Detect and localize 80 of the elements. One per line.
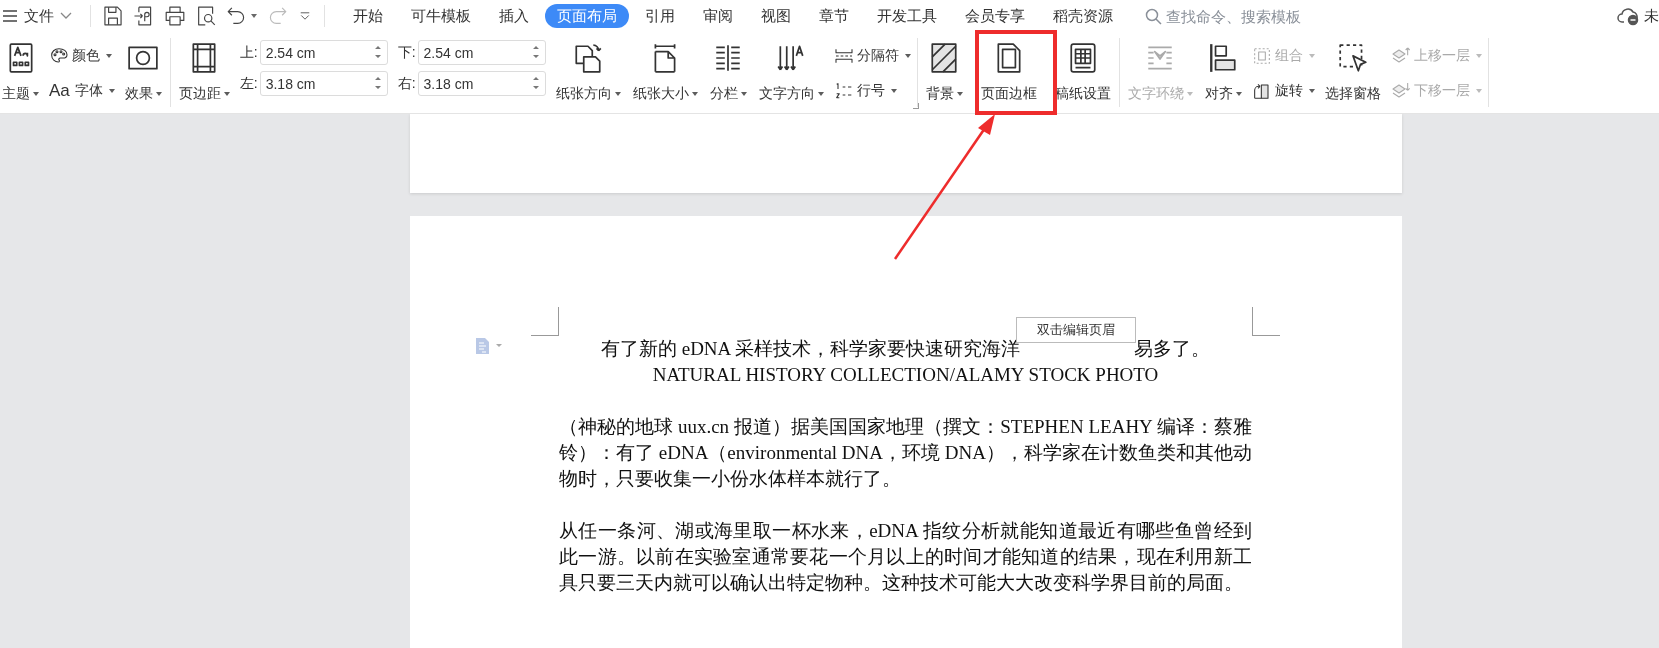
printer-icon [164,5,186,27]
ribbon-tab[interactable]: 引用 [631,4,689,28]
margin-field[interactable]: 2.54 cm [259,40,388,65]
caret-icon [817,92,824,97]
dashed-group-icon [1251,46,1272,66]
ribbon-button[interactable]: 选择窗格 [1322,38,1383,107]
chevron-down-icon [60,12,72,20]
line-numbers-icon [833,81,854,101]
rotate-shape-icon [1251,81,1272,101]
ribbon-button[interactable]: 文字方向 [756,38,826,107]
header-tooltip: 双击编辑页眉 [1016,317,1137,344]
ribbon-button[interactable]: Aa 字体 [49,79,115,103]
caret-icon [251,14,257,18]
body-paragraph: （神秘的地球 uux.cn 报道）据美国国家地理（撰文：STEPHEN LEAHY 编译：蔡雅铃）：有了 eDNA（environmental DNA，环境 DNA），科学家在计数鱼类和其他动物时，只要收集一小份水体样本就行了。 [559,415,1252,491]
caret-icon [890,89,897,93]
ribbon-button[interactable]: 主题 [0,38,41,107]
caret-icon [1308,89,1315,93]
corner-mark [1252,307,1280,336]
caret-icon [614,92,621,97]
font-glyph-icon: Aa [49,81,70,101]
caret-icon [1475,89,1482,93]
margin-field[interactable]: 2.54 cm [417,40,546,65]
ribbon-button[interactable]: 页面边框 [978,38,1039,107]
ribbon-tab[interactable]: 章节 [805,4,863,28]
ribbon-button[interactable]: 背景 [923,38,965,107]
file-menu-button[interactable]: 文件 [0,2,82,30]
cloud-icon [1617,6,1641,26]
caret-icon [956,92,963,97]
page-break-icon [833,46,854,66]
caret-icon [1235,92,1242,97]
caret-icon [691,92,698,97]
ribbon-button[interactable]: 分隔符 [833,44,911,68]
spinner-icon[interactable] [373,44,382,60]
ribbon-button[interactable]: 行号 [833,79,911,103]
ribbon-button[interactable]: 纸张大小 [630,38,700,107]
sync-status[interactable]: 未 [1644,6,1659,26]
ribbon-button[interactable]: 纸张方向 [553,38,623,107]
ribbon-tab[interactable]: 稻壳资源 [1039,4,1127,28]
field-label: 左: [239,74,258,93]
caret-icon [108,89,115,93]
field-label: 下: [397,43,416,62]
caret-icon [1186,92,1193,97]
caption-text: 易多了。 [1134,338,1211,359]
margin-field[interactable]: 3.18 cm [259,71,388,96]
ribbon-button[interactable]: 颜色 [49,44,115,68]
caret-icon [155,92,162,97]
corner-mark [531,307,559,336]
caret-icon [904,54,911,58]
selection-cursor-icon [1336,42,1369,74]
print-preview-icon [195,5,217,27]
ribbon-tab[interactable]: 开始 [339,4,397,28]
caret-icon [1475,54,1482,58]
caret-icon [740,92,747,97]
body-paragraph: 从任一条河、湖或海里取一杯水来，eDNA 指纹分析就能知道最近有哪些鱼曾经到此一游。以前在实验室通常要花一个月以上的时间才能知道的结果，现在利用新工具只要三天内就可以确认出特定物种。这种技术可能大大改变科学界目前的局面。 [559,519,1252,595]
ribbon-tab[interactable]: 会员专享 [951,4,1039,28]
caret-icon [106,54,112,58]
ribbon-tab[interactable]: 可牛模板 [397,4,485,28]
caret-icon [223,92,230,97]
caret-icon [1308,54,1315,58]
field-label: 上: [239,43,258,62]
search-field[interactable]: 查找命令、搜索模板 [1162,7,1312,25]
ribbon-button[interactable]: 分栏 [707,38,749,107]
palette-icon [49,46,69,66]
ribbon-tab[interactable]: 审阅 [689,4,747,28]
spinner-icon[interactable] [531,44,540,60]
ribbon-button[interactable]: 对齐 [1202,38,1244,107]
margin-field[interactable]: 3.18 cm [417,71,546,96]
menu-icon [2,9,18,23]
ribbon-tab[interactable]: 插入 [485,4,543,28]
ribbon-button[interactable]: 旋转 [1251,79,1315,103]
photo-credit: NATURAL HISTORY COLLECTION/ALAMY STOCK PHOTO [652,364,1159,385]
ribbon-tab[interactable]: 视图 [747,4,805,28]
field-label: 右: [397,74,416,93]
ribbon-button[interactable]: 页边距 [176,38,232,107]
search-icon [1145,7,1162,25]
spinner-icon[interactable] [373,75,382,91]
ribbon-tab[interactable]: 开发工具 [863,4,951,28]
caret-icon [33,92,39,97]
ribbon-button[interactable]: 效果 [122,38,164,107]
spinner-icon[interactable] [531,75,540,91]
